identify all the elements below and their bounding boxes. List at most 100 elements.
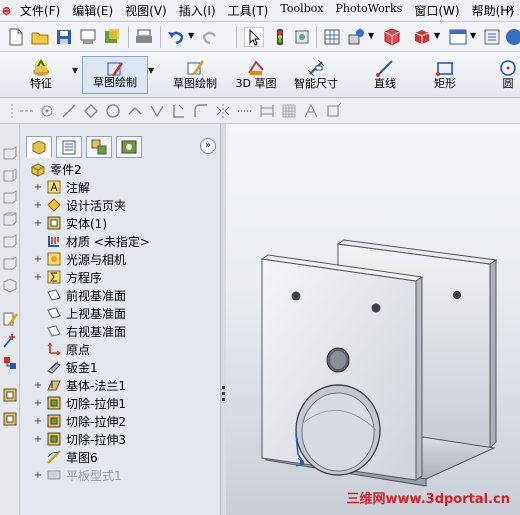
rebuild-options-icon[interactable] — [102, 27, 122, 47]
tree-expand-toggle[interactable]: + — [32, 182, 44, 193]
window-layout-icon[interactable] — [448, 27, 468, 47]
tree-item[interactable]: + 设计活页夹 — [32, 196, 126, 214]
mirror-icon[interactable] — [148, 102, 166, 120]
top-view-icon[interactable] — [1, 232, 19, 250]
tree-expand-toggle[interactable]: + — [32, 218, 44, 229]
tab-configuration-manager[interactable] — [86, 136, 112, 158]
circle-button[interactable]: 圆 — [494, 56, 520, 94]
tree-item[interactable]: + 基体-法兰1 — [32, 376, 126, 394]
tree-item[interactable]: 草图6 — [32, 448, 98, 466]
tree-item[interactable]: + 切除-拉伸1 — [32, 394, 126, 412]
close-document-button[interactable]: × — [506, 2, 520, 18]
features-tab-button[interactable]: 特征 — [10, 56, 72, 94]
tab-property-manager[interactable] — [56, 136, 82, 158]
layer-one-icon[interactable] — [1, 386, 19, 404]
sketch-circle-icon[interactable] — [104, 102, 122, 120]
tree-item[interactable]: 上视基准面 — [32, 304, 126, 322]
dynamic-mirror-icon[interactable] — [214, 102, 232, 120]
menu-item[interactable]: PhotoWorks — [329, 2, 408, 19]
menu-item[interactable]: 插入(I) — [173, 2, 222, 19]
tree-item[interactable]: 零件2 — [20, 160, 82, 178]
linear-pattern-icon[interactable] — [258, 102, 276, 120]
appearance-cube-icon[interactable] — [412, 27, 432, 47]
tree-item[interactable]: 材质 <未指定> — [32, 232, 150, 250]
select-cursor-icon[interactable] — [244, 27, 264, 47]
panel-expand-button[interactable]: » — [200, 138, 216, 154]
save-icon[interactable] — [54, 27, 74, 47]
options-icon[interactable] — [482, 27, 502, 47]
isometric-view-icon[interactable] — [1, 276, 19, 294]
tree-item[interactable]: 右视基准面 — [32, 322, 126, 340]
tree-expand-toggle[interactable]: + — [32, 416, 44, 427]
menu-item[interactable]: Toolbox — [274, 2, 329, 19]
help-icon[interactable] — [504, 27, 520, 47]
sketch-dropdown-icon[interactable]: ▼ — [148, 66, 154, 75]
sketch-fillet-icon[interactable] — [192, 102, 210, 120]
construction-geometry-icon[interactable] — [236, 102, 254, 120]
menu-item[interactable]: 编辑(E) — [66, 2, 119, 19]
layout-dropdown-icon[interactable]: ▼ — [470, 31, 476, 40]
trim-icon[interactable] — [126, 102, 144, 120]
point-icon[interactable] — [38, 102, 56, 120]
display-relations-icon[interactable] — [1, 354, 19, 372]
modify-sketch-icon[interactable] — [302, 102, 320, 120]
polygon-icon[interactable] — [82, 102, 100, 120]
tree-expand-toggle[interactable]: + — [32, 434, 44, 445]
tree-item[interactable]: + 方程序 — [32, 268, 102, 286]
menu-item[interactable]: 视图(V) — [119, 2, 173, 19]
tree-expand-toggle[interactable]: + — [32, 470, 44, 481]
back-view-icon[interactable] — [1, 166, 19, 184]
appearance-dropdown-icon[interactable]: ▼ — [434, 31, 440, 40]
toolbox-icon[interactable] — [382, 27, 402, 47]
tree-item[interactable]: 前视基准面 — [32, 286, 126, 304]
tree-item[interactable]: + 切除-拉伸2 — [32, 412, 126, 430]
tree-expand-toggle[interactable]: + — [32, 254, 44, 265]
rapid-sketch-icon[interactable] — [324, 102, 342, 120]
tree-item[interactable]: + 切除-拉伸3 — [32, 430, 126, 448]
tree-expand-toggle[interactable]: + — [32, 272, 44, 283]
tree-item[interactable]: + 实体(1) — [32, 214, 107, 232]
sketch-line-icon[interactable] — [60, 102, 78, 120]
tree-expand-toggle[interactable]: + — [32, 398, 44, 409]
print-preview-icon[interactable] — [78, 27, 98, 47]
sketch-grid-icon[interactable] — [280, 102, 298, 120]
tree-item[interactable]: + 注解 — [32, 178, 90, 196]
centerline-icon[interactable] — [18, 102, 36, 120]
properties-icon[interactable] — [292, 27, 312, 47]
undo-icon[interactable] — [166, 27, 186, 47]
bottom-view-icon[interactable] — [1, 254, 19, 272]
redo-icon[interactable] — [200, 27, 220, 47]
insert-component-icon[interactable] — [346, 27, 366, 47]
tab-feature-manager[interactable] — [26, 136, 52, 158]
front-view-icon[interactable] — [1, 144, 19, 162]
3d-sketch-button[interactable]: 3D 草图 — [230, 56, 282, 94]
tree-item[interactable]: + 平板型式1 — [32, 466, 122, 484]
tab-display-manager[interactable] — [116, 136, 142, 158]
sheet-metal-bracket-model[interactable] — [226, 124, 520, 515]
grid-icon[interactable] — [322, 27, 342, 47]
tree-item[interactable]: 钣金1 — [32, 358, 98, 376]
sketch-draw-button[interactable]: 草图绘制 — [164, 56, 226, 94]
line-button[interactable]: 直线 — [360, 56, 410, 94]
insert-dropdown-icon[interactable]: ▼ — [368, 31, 374, 40]
menu-item[interactable]: 窗口(W) — [408, 2, 465, 19]
sketch-tab-button[interactable]: 草图绘制 — [82, 56, 148, 94]
add-relation-icon[interactable] — [1, 332, 19, 350]
tree-expand-toggle[interactable]: + — [32, 200, 44, 211]
graphics-viewport[interactable]: 三维网www.3dportal.cn — [226, 124, 520, 515]
rectangle-button[interactable]: 矩形 — [420, 56, 470, 94]
print-icon[interactable] — [134, 27, 154, 47]
sketch-pen-icon[interactable] — [1, 310, 19, 328]
left-view-icon[interactable] — [1, 188, 19, 206]
new-document-icon[interactable] — [6, 27, 26, 47]
open-folder-icon[interactable] — [30, 27, 50, 47]
menu-item[interactable]: 工具(T) — [222, 2, 275, 19]
menu-item[interactable]: 文件(F) — [14, 2, 66, 19]
smart-dimension-button[interactable]: 智能尺寸 — [286, 56, 346, 94]
tree-item[interactable]: 原点 — [32, 340, 90, 358]
offset-icon[interactable] — [170, 102, 188, 120]
features-dropdown-icon[interactable]: ▼ — [72, 66, 78, 75]
tree-expand-toggle[interactable]: + — [32, 380, 44, 391]
rebuild-traffic-light-icon[interactable] — [270, 27, 290, 47]
tree-item[interactable]: + 光源与相机 — [32, 250, 126, 268]
